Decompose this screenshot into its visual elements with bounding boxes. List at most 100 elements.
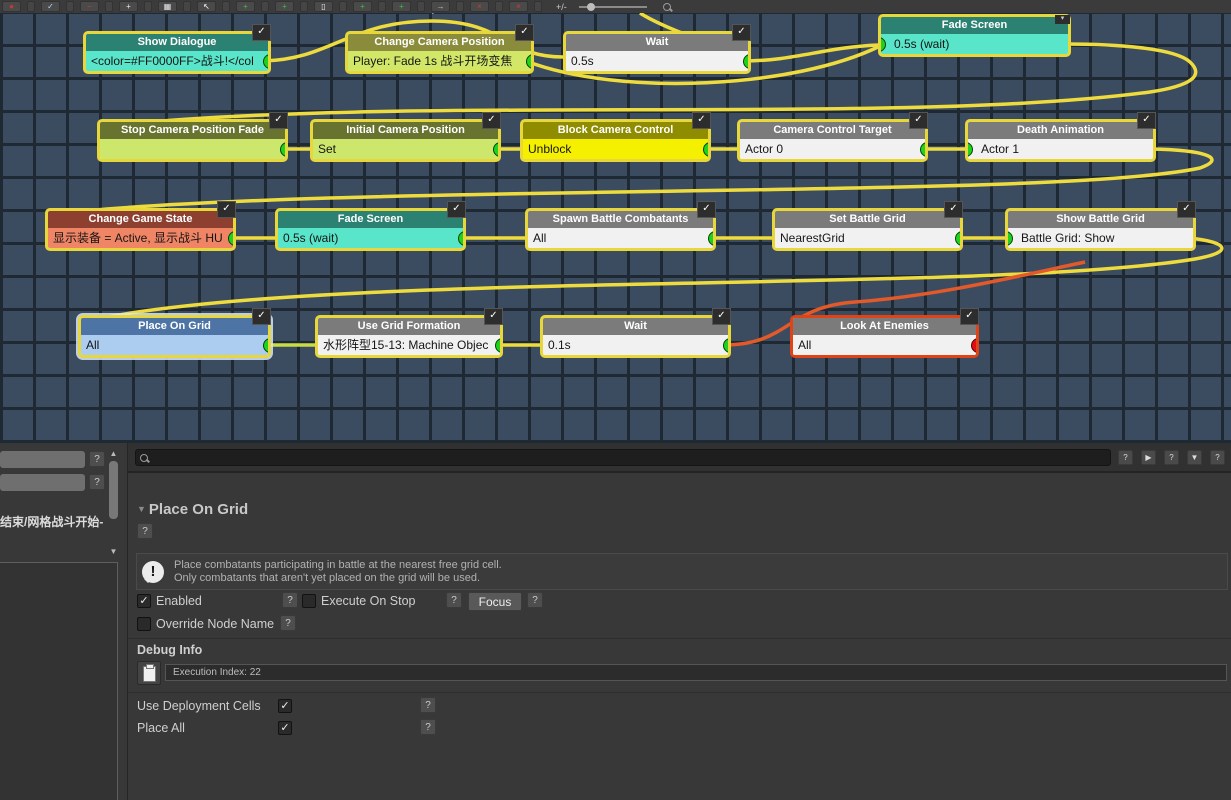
- cursor-icon[interactable]: ↖: [197, 1, 216, 12]
- help-button[interactable]: ?: [89, 474, 105, 490]
- help-button[interactable]: ?: [420, 697, 436, 713]
- node-look-at-enemies[interactable]: ✓ Look At Enemies All: [790, 308, 979, 358]
- node-output-port[interactable]: [723, 338, 728, 353]
- forward-icon[interactable]: →: [431, 1, 450, 12]
- node-output-port[interactable]: [955, 231, 960, 246]
- node-enabled-checkbox[interactable]: ✓: [447, 201, 466, 218]
- sidebar-field-2[interactable]: [0, 474, 85, 491]
- zoom-slider-knob[interactable]: [586, 2, 595, 11]
- node-enabled-checkbox[interactable]: ✓: [252, 24, 271, 41]
- section-header-place-on-grid[interactable]: ▼ Place On Grid: [137, 501, 248, 518]
- delete-all-icon[interactable]: ×: [509, 1, 528, 12]
- node-output-port[interactable]: [920, 142, 925, 157]
- help-button[interactable]: ?: [527, 592, 543, 608]
- help-button[interactable]: ?: [282, 592, 298, 608]
- delete-icon[interactable]: ×: [470, 1, 489, 12]
- node-change-camera-position[interactable]: ✓ Change Camera Position Player: Fade 1s…: [345, 24, 534, 74]
- help-button[interactable]: ?: [280, 615, 296, 631]
- check-icon[interactable]: ✓: [41, 1, 60, 12]
- node-change-game-state[interactable]: ✓ Change Game State 显示装备 = Active, 显示战斗 …: [45, 201, 236, 251]
- node-enabled-checkbox[interactable]: ✓: [697, 201, 716, 218]
- node-output-port[interactable]: [228, 231, 233, 246]
- help-button[interactable]: ?: [1118, 450, 1133, 465]
- copy-debug-button[interactable]: [137, 661, 161, 685]
- help-button[interactable]: ?: [1164, 450, 1179, 465]
- grid-icon[interactable]: ▦: [158, 1, 177, 12]
- focus-button[interactable]: Focus: [468, 592, 522, 611]
- scroll-up-icon[interactable]: ▲: [107, 449, 120, 459]
- node-initial-camera-position[interactable]: ✓ Initial Camera Position Set: [310, 112, 501, 162]
- help-button[interactable]: ?: [420, 719, 436, 735]
- add-node-icon[interactable]: +: [236, 1, 255, 12]
- node-use-grid-formation[interactable]: ✓ Use Grid Formation 水形阵型15-13: Machine …: [315, 308, 503, 358]
- record-icon[interactable]: ●: [2, 1, 21, 12]
- node-spawn-battle-combatants[interactable]: ✓ Spawn Battle Combatants All: [525, 201, 716, 251]
- help-button[interactable]: ?: [89, 451, 105, 467]
- sidebar-text-area[interactable]: [0, 562, 118, 800]
- help-button[interactable]: ?: [137, 523, 153, 539]
- remove-line-icon[interactable]: −: [80, 1, 99, 12]
- node-output-port[interactable]: [263, 338, 268, 353]
- node-input-port[interactable]: [1008, 231, 1013, 246]
- node-input-port[interactable]: [968, 142, 973, 157]
- use-deployment-cells-checkbox[interactable]: ✓: [278, 699, 292, 713]
- node-enabled-checkbox[interactable]: ✓: [482, 112, 501, 129]
- zoom-slider[interactable]: [578, 2, 647, 11]
- execute-on-stop-checkbox[interactable]: [302, 594, 316, 608]
- node-output-port[interactable]: [743, 54, 748, 69]
- list-add-icon[interactable]: +: [392, 1, 411, 12]
- node-output-port[interactable]: [263, 54, 268, 69]
- node-enabled-checkbox[interactable]: ✓: [944, 201, 963, 218]
- node-wait-2[interactable]: ✓ Wait 0.1s: [540, 308, 731, 358]
- add-group-icon[interactable]: +: [275, 1, 294, 12]
- node-output-port[interactable]: [458, 231, 463, 246]
- node-enabled-checkbox[interactable]: ✓: [1177, 201, 1196, 218]
- place-all-checkbox[interactable]: ✓: [278, 721, 292, 735]
- node-output-port-error[interactable]: [971, 338, 976, 353]
- copy-add-icon[interactable]: +: [353, 1, 372, 12]
- node-show-battle-grid[interactable]: ✓ Show Battle Grid Battle Grid: Show: [1005, 201, 1196, 251]
- node-enabled-checkbox[interactable]: ✓: [515, 24, 534, 41]
- node-enabled-checkbox[interactable]: ✓: [217, 201, 236, 218]
- node-enabled-checkbox[interactable]: ✓: [692, 112, 711, 129]
- node-enabled-checkbox[interactable]: ✓: [960, 308, 979, 325]
- node-output-port[interactable]: [708, 231, 713, 246]
- node-graph-canvas[interactable]: ✓ Show Dialogue <color=#FF0000FF>战斗!</co…: [0, 13, 1231, 443]
- node-fade-screen-top[interactable]: ▾ Fade Screen 0.5s (wait): [878, 14, 1071, 57]
- override-node-name-checkbox[interactable]: [137, 617, 151, 631]
- node-set-battle-grid[interactable]: ✓ Set Battle Grid NearestGrid: [772, 201, 963, 251]
- help-button[interactable]: ?: [446, 592, 462, 608]
- node-enabled-checkbox[interactable]: ✓: [909, 112, 928, 129]
- document-icon[interactable]: ▯: [314, 1, 333, 12]
- node-output-port[interactable]: [703, 142, 708, 157]
- sidebar-field-1[interactable]: [0, 451, 85, 468]
- node-fade-screen[interactable]: ✓ Fade Screen 0.5s (wait): [275, 201, 466, 251]
- move-icon[interactable]: +: [119, 1, 138, 12]
- node-block-camera-control[interactable]: ✓ Block Camera Control Unblock: [520, 112, 711, 162]
- node-enabled-checkbox[interactable]: ✓: [712, 308, 731, 325]
- node-enabled-checkbox[interactable]: ✓: [732, 24, 751, 41]
- node-collapse-icon[interactable]: ▾: [1055, 15, 1070, 24]
- node-enabled-checkbox[interactable]: ✓: [484, 308, 503, 325]
- node-output-port[interactable]: [495, 338, 500, 353]
- node-stop-camera-position-fade[interactable]: ✓ Stop Camera Position Fade: [97, 112, 288, 162]
- node-enabled-checkbox[interactable]: ✓: [1137, 112, 1156, 129]
- node-input-port[interactable]: [881, 37, 886, 52]
- node-enabled-checkbox[interactable]: ✓: [269, 112, 288, 129]
- node-camera-control-target[interactable]: ✓ Camera Control Target Actor 0: [737, 112, 928, 162]
- node-wait[interactable]: ✓ Wait 0.5s: [563, 24, 751, 74]
- node-enabled-checkbox[interactable]: ✓: [252, 308, 271, 325]
- node-output-port[interactable]: [280, 142, 285, 157]
- node-search-input[interactable]: [135, 449, 1111, 466]
- node-output-port[interactable]: [526, 54, 531, 69]
- scroll-down-icon[interactable]: ▼: [107, 547, 120, 557]
- enabled-checkbox[interactable]: ✓: [137, 594, 151, 608]
- node-death-animation[interactable]: ✓ Death Animation Actor 1: [965, 112, 1156, 162]
- scrollbar-thumb[interactable]: [109, 461, 118, 519]
- play-button[interactable]: ▶: [1141, 450, 1156, 465]
- node-place-on-grid[interactable]: ✓ Place On Grid All: [78, 308, 271, 358]
- sidebar-scrollbar[interactable]: ▲ ▼: [107, 449, 120, 559]
- help-button[interactable]: ?: [1210, 450, 1225, 465]
- node-show-dialogue[interactable]: ✓ Show Dialogue <color=#FF0000FF>战斗!</co…: [83, 24, 271, 74]
- dropdown-button[interactable]: ▼: [1187, 450, 1202, 465]
